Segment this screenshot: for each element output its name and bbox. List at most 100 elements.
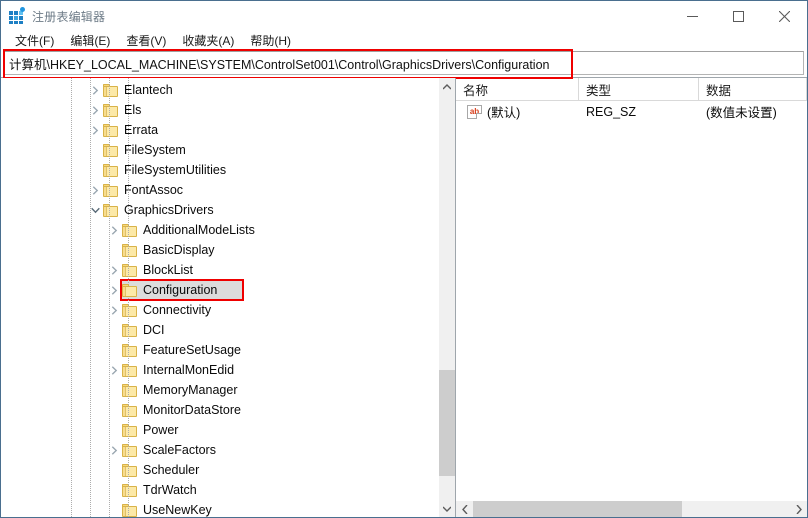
- string-value-icon: ab: [467, 105, 482, 119]
- folder-icon: [122, 264, 138, 277]
- minimize-button[interactable]: [669, 1, 715, 31]
- value-name-cell: ab (默认): [456, 102, 579, 121]
- tree-item-label: ScaleFactors: [143, 443, 222, 457]
- registry-tree-pane: Elantech ElsErrata FileSystem FileSystemUti…: [1, 78, 456, 517]
- folder-icon: [122, 364, 138, 377]
- folder-icon: [122, 424, 138, 437]
- title-bar: 注册表编辑器: [1, 1, 807, 31]
- tree-item-usenewkey[interactable]: UseNewKey: [1, 500, 438, 517]
- tree-item-label: Connectivity: [143, 303, 217, 317]
- column-header-name[interactable]: 名称: [456, 78, 579, 101]
- tree-item-label: UseNewKey: [143, 503, 218, 517]
- scroll-down-arrow-icon[interactable]: [439, 500, 455, 517]
- folder-icon: [122, 384, 138, 397]
- scroll-right-arrow-icon[interactable]: [790, 501, 807, 517]
- folder-icon: [122, 284, 138, 297]
- tree-item-filesystemutilities[interactable]: FileSystemUtilities: [1, 160, 438, 180]
- folder-icon: [103, 124, 119, 137]
- folder-icon: [122, 344, 138, 357]
- tree-item-errata[interactable]: Errata: [1, 120, 438, 140]
- tree-scrollbar-track[interactable]: [439, 95, 455, 500]
- scroll-up-arrow-icon[interactable]: [439, 78, 455, 95]
- values-list[interactable]: ab (默认) REG_SZ (数值未设置): [456, 101, 807, 500]
- maximize-button[interactable]: [715, 1, 761, 31]
- menu-favorites[interactable]: 收藏夹(A): [174, 30, 242, 52]
- tree-item-fontassoc[interactable]: FontAssoc: [1, 180, 438, 200]
- tree-item-label: Elantech: [124, 83, 179, 97]
- tree-item-dci[interactable]: DCI: [1, 320, 438, 340]
- value-data-cell: (数值未设置): [699, 102, 807, 121]
- menu-edit[interactable]: 编辑(E): [62, 30, 118, 52]
- tree-item-additionalmodelists[interactable]: AdditionalModeLists: [1, 220, 438, 240]
- main-content: Elantech ElsErrata FileSystem FileSystemUti…: [1, 77, 807, 517]
- folder-icon: [122, 404, 138, 417]
- column-header-type[interactable]: 类型: [579, 78, 699, 101]
- value-name-label: (默认): [487, 102, 520, 121]
- tree-item-monitordatastore[interactable]: MonitorDataStore: [1, 400, 438, 420]
- tree-item-label: BlockList: [143, 263, 199, 277]
- tree-item-basicdisplay[interactable]: BasicDisplay: [1, 240, 438, 260]
- tree-item-memorymanager[interactable]: MemoryManager: [1, 380, 438, 400]
- registry-editor-icon: [9, 8, 25, 24]
- folder-icon: [103, 104, 119, 117]
- folder-icon: [103, 204, 119, 217]
- tree-item-label: FileSystemUtilities: [124, 163, 232, 177]
- table-row[interactable]: ab (默认) REG_SZ (数值未设置): [456, 101, 807, 122]
- chevron-right-icon[interactable]: [106, 280, 122, 300]
- column-header-data[interactable]: 数据: [699, 78, 807, 101]
- menu-file[interactable]: 文件(F): [7, 30, 62, 52]
- folder-icon: [103, 164, 119, 177]
- tree-item-configuration[interactable]: Configuration: [1, 280, 438, 300]
- tree-guide-line: [71, 78, 72, 517]
- tree-item-filesystem[interactable]: FileSystem: [1, 140, 438, 160]
- tree-scrollbar-thumb[interactable]: [439, 370, 455, 475]
- folder-icon: [122, 464, 138, 477]
- tree-item-tdrwatch[interactable]: TdrWatch: [1, 480, 438, 500]
- folder-icon: [122, 244, 138, 257]
- scroll-left-arrow-icon[interactable]: [456, 501, 473, 517]
- registry-editor-window: 注册表编辑器 文件(F) 编辑(E) 查看(V) 收藏夹(A) 帮助(H) 计算…: [0, 0, 808, 518]
- tree-item-els[interactable]: Els: [1, 100, 438, 120]
- tree-item-label: GraphicsDrivers: [124, 203, 220, 217]
- tree-item-scheduler[interactable]: Scheduler: [1, 460, 438, 480]
- menu-help[interactable]: 帮助(H): [242, 30, 299, 52]
- tree-item-label: TdrWatch: [143, 483, 203, 497]
- tree-item-elantech[interactable]: Elantech: [1, 80, 438, 100]
- tree-item-label: Scheduler: [143, 463, 205, 477]
- folder-icon: [122, 304, 138, 317]
- tree-item-featuresetusage[interactable]: FeatureSetUsage: [1, 340, 438, 360]
- values-horizontal-scrollbar[interactable]: [456, 500, 807, 517]
- tree-item-graphicsdrivers[interactable]: GraphicsDrivers: [1, 200, 438, 220]
- tree-item-label: FeatureSetUsage: [143, 343, 247, 357]
- address-bar[interactable]: 计算机\HKEY_LOCAL_MACHINE\SYSTEM\ControlSet…: [4, 51, 804, 75]
- tree-item-scalefactors[interactable]: ScaleFactors: [1, 440, 438, 460]
- value-type-cell: REG_SZ: [579, 105, 699, 119]
- folder-icon: [122, 224, 138, 237]
- tree-item-label: MonitorDataStore: [143, 403, 247, 417]
- tree-item-label: AdditionalModeLists: [143, 223, 261, 237]
- folder-icon: [103, 144, 119, 157]
- tree-item-label: FileSystem: [124, 143, 192, 157]
- menu-view[interactable]: 查看(V): [118, 30, 174, 52]
- folder-icon: [122, 504, 138, 517]
- tree-item-connectivity[interactable]: Connectivity: [1, 300, 438, 320]
- tree-vertical-scrollbar[interactable]: [438, 78, 455, 517]
- close-button[interactable]: [761, 1, 807, 31]
- folder-icon: [122, 444, 138, 457]
- tree-guide-line: [90, 78, 91, 517]
- tree-item-internalmonedid[interactable]: InternalMonEdid: [1, 360, 438, 380]
- tree-item-label: BasicDisplay: [143, 243, 221, 257]
- window-title: 注册表编辑器: [32, 8, 105, 25]
- folder-icon: [103, 184, 119, 197]
- folder-icon: [122, 324, 138, 337]
- folder-icon: [103, 84, 119, 97]
- registry-tree[interactable]: Elantech ElsErrata FileSystem FileSystemUti…: [1, 78, 438, 517]
- menu-bar: 文件(F) 编辑(E) 查看(V) 收藏夹(A) 帮助(H): [1, 31, 807, 51]
- tree-item-blocklist[interactable]: BlockList: [1, 260, 438, 280]
- window-controls: [669, 1, 807, 31]
- values-scrollbar-track[interactable]: [473, 501, 790, 517]
- tree-item-label: InternalMonEdid: [143, 363, 240, 377]
- tree-item-power[interactable]: Power: [1, 420, 438, 440]
- values-scrollbar-thumb[interactable]: [473, 501, 682, 517]
- tree-guide-line: [128, 78, 129, 517]
